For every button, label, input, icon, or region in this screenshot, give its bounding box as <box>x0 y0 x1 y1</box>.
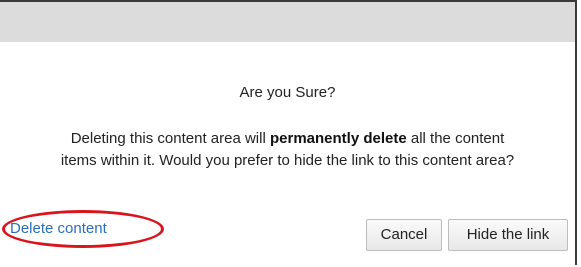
message-bold-text: permanently delete <box>269 130 407 147</box>
cancel-button[interactable]: Cancel <box>366 219 442 251</box>
dialog-heading: Are you Sure? <box>239 84 336 101</box>
dialog-body: Are you Sure? Deleting this content area… <box>0 42 575 267</box>
message-text-before: Deleting this content area will <box>70 130 270 147</box>
delete-content-link[interactable]: Delete content <box>10 220 107 237</box>
message-text-line1-tail: all the content <box>406 130 505 147</box>
hide-link-button[interactable]: Hide the link <box>448 219 568 251</box>
dialog-message: Deleting this content area will permanen… <box>0 128 575 172</box>
message-text-after: items within it. Would you prefer to hid… <box>60 152 515 169</box>
dialog-title-bar[interactable] <box>0 2 575 43</box>
confirm-dialog: Are you Sure? Deleting this content area… <box>0 0 577 267</box>
